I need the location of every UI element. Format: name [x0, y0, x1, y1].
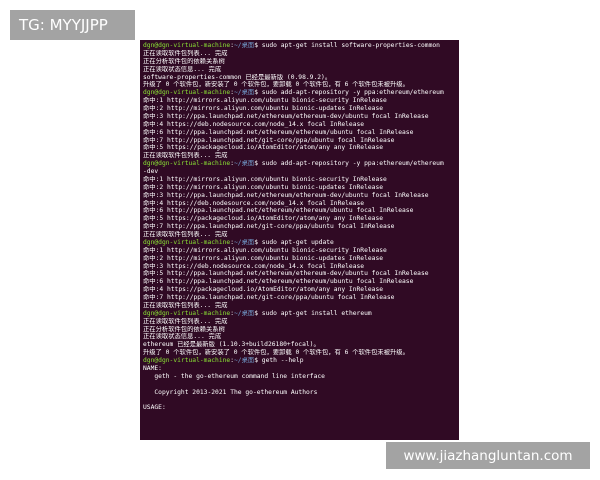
terminal-prompt-line: dgn@dgn-virtual-machine:~/桌面$ sudo apt-g…: [143, 239, 456, 247]
terminal-output-line: 正在分析软件包的依赖关系树: [143, 57, 225, 65]
prompt-path: ~/桌面: [234, 42, 255, 49]
prompt-symbol: $: [254, 238, 262, 246]
terminal-prompt-line: dgn@dgn-virtual-machine:~/桌面$ sudo add-a…: [143, 160, 456, 168]
terminal-output-line: 命中:4 https://packagecloud.io/AtomEditor/…: [143, 286, 384, 294]
terminal-output-line: 命中:6 http://ppa.launchpad.net/ethereum/e…: [143, 128, 414, 136]
terminal-output-line: 命中:6 http://ppa.launchpad.net/ethereum/e…: [143, 278, 414, 286]
prompt-user-host: dgn@dgn-virtual-machine: [143, 309, 231, 317]
terminal-output-line: 命中:2 http://mirrors.aliyun.com/ubuntu bi…: [143, 254, 384, 262]
prompt-user-host: dgn@dgn-virtual-machine: [143, 238, 231, 246]
terminal-output-line: 命中:3 https://deb.nodesource.com/node_14.…: [143, 262, 365, 270]
terminal-output-line: -dev: [143, 168, 159, 175]
watermark-bottom: www.jiazhangluntan.com: [386, 442, 590, 469]
terminal-output-line: 命中:1 http://mirrors.aliyun.com/ubuntu bi…: [143, 175, 387, 183]
terminal-output-line: 命中:2 http://mirrors.aliyun.com/ubuntu bi…: [143, 183, 384, 191]
terminal-output-line: 升级了 0 个软件包，新安装了 0 个软件包，要卸载 0 个软件包，有 6 个软…: [143, 81, 409, 89]
terminal-output-line: USAGE:: [143, 404, 166, 412]
prompt-user-host: dgn@dgn-virtual-machine: [143, 357, 231, 364]
prompt-symbol: $: [254, 357, 262, 364]
prompt-path: ~/桌面: [234, 309, 255, 317]
terminal-output-line: 命中:1 http://mirrors.aliyun.com/ubuntu bi…: [143, 246, 387, 254]
prompt-symbol: $: [254, 160, 262, 168]
terminal-output-line: 命中:5 http://ppa.launchpad.net/ethereum/e…: [143, 270, 429, 278]
terminal-output-line: 命中:3 http://ppa.launchpad.net/ethereum/e…: [143, 112, 429, 120]
terminal-output-line: 正在读取软件包列表... 完成: [143, 152, 228, 160]
prompt-command: sudo apt-get install ethereum: [261, 309, 372, 317]
terminal-prompt-line: dgn@dgn-virtual-machine:~/桌面$ sudo apt-g…: [143, 42, 456, 50]
terminal-output-line: 正在分析软件包的依赖关系树: [143, 325, 225, 333]
terminal-output-line: 命中:4 https://deb.nodesource.com/node_14.…: [143, 120, 365, 128]
prompt-path: ~/桌面: [234, 357, 255, 364]
terminal-prompt-line: dgn@dgn-virtual-machine:~/桌面$ sudo apt-g…: [143, 310, 456, 318]
prompt-command: sudo add-apt-repository -y ppa:ethereum/…: [261, 160, 444, 168]
prompt-symbol: $: [254, 42, 262, 49]
terminal-output-line: Copyright 2013-2021 The go-ethereum Auth…: [143, 388, 318, 396]
terminal-output-line: software-properties-common 已经是最新版 (0.98.…: [143, 73, 332, 81]
prompt-user-host: dgn@dgn-virtual-machine: [143, 42, 231, 49]
prompt-command: sudo apt-get install software-properties…: [261, 42, 440, 49]
terminal-output-line: NAME:: [143, 364, 162, 372]
terminal-output-line: 命中:7 http://ppa.launchpad.net/git-core/p…: [143, 294, 395, 301]
terminal-output-line: 正在读取状态信息... 完成: [143, 65, 222, 73]
prompt-symbol: $: [254, 89, 262, 97]
terminal-output-line: 命中:1 http://mirrors.aliyun.com/ubuntu bi…: [143, 97, 387, 105]
prompt-command: sudo apt-get update: [261, 238, 334, 246]
terminal-prompt-line: dgn@dgn-virtual-machine:~/桌面$ sudo add-a…: [143, 89, 456, 97]
terminal-output-line: 正在读取软件包列表... 完成: [143, 301, 228, 309]
terminal-output-line: 命中:4 https://deb.nodesource.com/node_14.…: [143, 199, 365, 207]
terminal-output-line: 命中:6 http://ppa.launchpad.net/ethereum/e…: [143, 207, 414, 215]
prompt-path: ~/桌面: [234, 238, 255, 246]
terminal-output-line: 正在读取状态信息... 完成: [143, 333, 222, 341]
prompt-symbol: $: [254, 309, 262, 317]
watermark-top: TG: MYYJJPP: [10, 10, 135, 40]
terminal-output-line: 命中:3 http://ppa.launchpad.net/ethereum/e…: [143, 191, 429, 199]
terminal-output-line: 正在读取软件包列表... 完成: [143, 317, 228, 325]
terminal-output-line: 正在读取软件包列表... 完成: [143, 231, 228, 238]
prompt-path: ~/桌面: [234, 160, 255, 168]
prompt-path: ~/桌面: [234, 89, 255, 97]
terminal-output-line: 命中:2 http://mirrors.aliyun.com/ubuntu bi…: [143, 105, 384, 112]
terminal-output-line: 命中:5 https://packagecloud.io/AtomEditor/…: [143, 144, 384, 152]
terminal-output-line: 命中:7 http://ppa.launchpad.net/git-core/p…: [143, 136, 395, 144]
terminal-prompt-line: dgn@dgn-virtual-machine:~/桌面$ geth --hel…: [143, 357, 456, 365]
terminal-output-line: ethereum 已经是最新版 (1.10.3+build26180+focal…: [143, 341, 320, 349]
terminal-window[interactable]: dgn@dgn-virtual-machine:~/桌面$ sudo apt-g…: [140, 40, 459, 440]
terminal-output-line: 命中:7 http://ppa.launchpad.net/git-core/p…: [143, 223, 395, 231]
terminal-output-line: geth - the go-ethereum command line inte…: [143, 372, 325, 380]
prompt-user-host: dgn@dgn-virtual-machine: [143, 89, 231, 97]
terminal-output-line: 命中:5 https://packagecloud.io/AtomEditor/…: [143, 215, 384, 223]
prompt-user-host: dgn@dgn-virtual-machine: [143, 160, 231, 168]
terminal-output-line: 升级了 0 个软件包，新安装了 0 个软件包，要卸载 0 个软件包，有 6 个软…: [143, 349, 409, 357]
prompt-command: sudo add-apt-repository -y ppa:ethereum/…: [261, 89, 444, 97]
prompt-command: geth --help: [261, 357, 304, 364]
terminal-output-line: 正在读取软件包列表... 完成: [143, 49, 228, 57]
